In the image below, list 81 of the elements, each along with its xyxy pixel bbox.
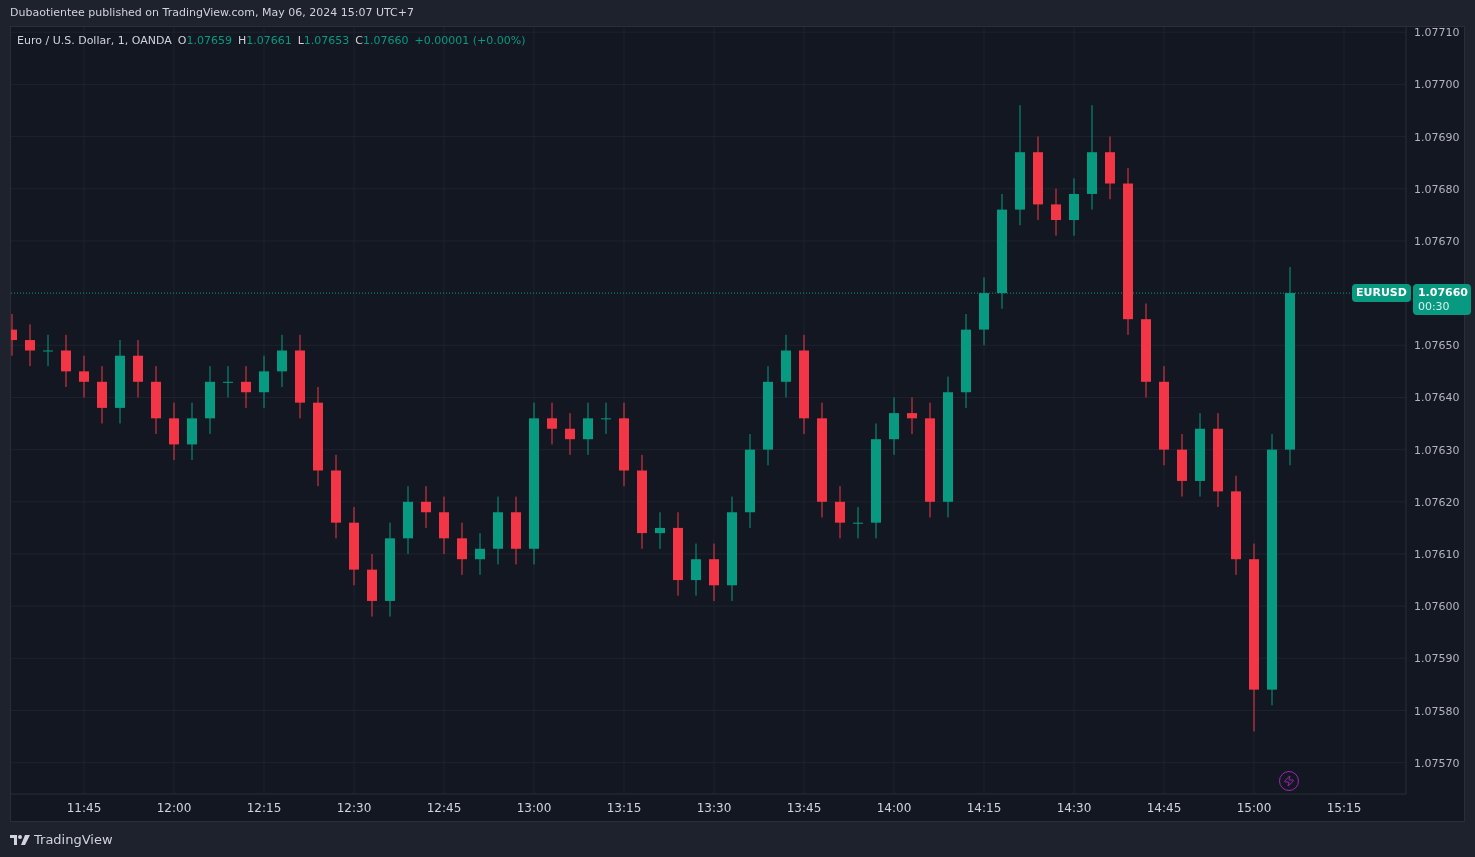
candlestick — [835, 485, 845, 539]
candlestick — [511, 496, 521, 565]
time-axis-label: 11:45 — [66, 801, 102, 815]
candlestick — [889, 396, 899, 456]
price-axis-label: 1.07620 — [1414, 495, 1460, 509]
time-axis-label: 12:15 — [246, 801, 282, 815]
candlestick — [1105, 136, 1115, 200]
bar-countdown: 00:30 — [1417, 300, 1451, 315]
candlestick — [25, 323, 35, 367]
price-axis-label: 1.07680 — [1414, 182, 1460, 196]
price-axis-label: 1.07590 — [1414, 652, 1460, 666]
candlestick — [979, 276, 989, 346]
candlestick — [475, 532, 485, 576]
ohlc-value: H1.07661 — [237, 33, 292, 49]
time-axis-label: 12:00 — [156, 801, 192, 815]
price-axis-label: 1.07690 — [1414, 130, 1460, 144]
price-axis-label: 1.07580 — [1414, 704, 1460, 718]
price-axis-label: 1.07710 — [1414, 27, 1460, 40]
ohlc-value: C1.07660 — [355, 33, 409, 49]
time-axis-label: 13:00 — [516, 801, 552, 815]
candlestick — [277, 334, 287, 388]
publish-info: Dubaotientee published on TradingView.com, May 06, 2024 15:07 UTC+7 — [10, 4, 414, 21]
price-axis-label: 1.07600 — [1414, 600, 1460, 614]
last-price: 1.07660 — [1417, 285, 1466, 301]
candlestick — [1177, 433, 1187, 498]
candlestick — [439, 496, 449, 555]
price-axis-label: 1.07630 — [1414, 443, 1460, 457]
candlestick — [79, 355, 89, 398]
candlestick — [133, 339, 143, 398]
candlestick — [97, 365, 107, 425]
price-change: +0.00001 (+0.00%) — [414, 33, 526, 49]
candlestick — [853, 506, 863, 539]
candlestick — [367, 553, 377, 618]
candlestick — [169, 402, 179, 461]
candlestick — [259, 355, 269, 409]
symbol-tag: EURUSD — [1352, 284, 1411, 303]
candlestick — [547, 402, 557, 445]
candlestick — [241, 365, 251, 409]
candlestick — [907, 396, 917, 435]
candlestick — [223, 365, 233, 398]
candlestick — [11, 313, 17, 357]
price-axis-label: 1.07610 — [1414, 548, 1460, 561]
candlestick — [655, 511, 665, 550]
candlestick — [1069, 177, 1079, 237]
time-axis-label: 12:45 — [426, 801, 462, 815]
symbol-title: Euro / U.S. Dollar, 1, OANDA — [17, 33, 172, 49]
time-axis-label: 15:00 — [1236, 801, 1272, 815]
time-axis-label: 14:15 — [966, 801, 1002, 815]
candlestick — [403, 485, 413, 555]
brand-name: TradingView — [34, 830, 113, 849]
price-axis-label: 1.07700 — [1414, 78, 1460, 92]
time-axis-label: 13:30 — [696, 801, 732, 815]
price-axis-label: 1.07650 — [1414, 339, 1460, 353]
time-axis-label: 14:45 — [1146, 801, 1182, 815]
candlestick — [583, 402, 593, 456]
time-axis-label: 13:45 — [786, 801, 822, 815]
candlestick — [421, 485, 431, 529]
candlestick — [43, 334, 53, 367]
candlestick — [601, 402, 611, 435]
ohlc-value: L1.07653 — [297, 33, 350, 49]
candlestick — [1051, 188, 1061, 237]
price-axis-label: 1.07640 — [1414, 391, 1460, 405]
ohlc-value: O1.07659 — [177, 33, 232, 49]
candlestick — [187, 402, 197, 461]
price-axis-label: 1.07670 — [1414, 234, 1460, 248]
time-axis-label: 15:15 — [1326, 801, 1362, 815]
time-axis-label: 12:30 — [336, 801, 372, 815]
candlestick — [691, 543, 701, 597]
time-axis-label: 13:15 — [606, 801, 642, 815]
time-axis-label: 14:00 — [876, 801, 912, 815]
candlestick — [457, 522, 467, 576]
logo-icon — [10, 834, 30, 845]
candlestick — [709, 543, 719, 602]
candlestick — [565, 412, 575, 456]
candlestick — [151, 365, 161, 435]
candlestick — [205, 365, 215, 435]
candlestick — [61, 334, 71, 388]
price-axis-label: 1.07570 — [1414, 756, 1460, 770]
time-axis-label: 14:30 — [1056, 801, 1092, 815]
candlestick — [493, 496, 503, 565]
candlestick — [781, 334, 791, 398]
